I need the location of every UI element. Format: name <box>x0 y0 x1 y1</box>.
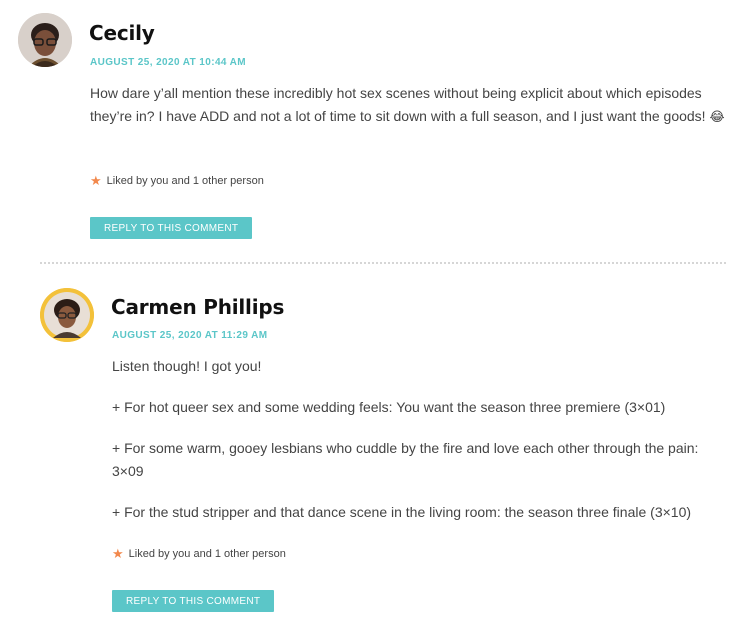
likes-summary[interactable]: ★ Liked by you and 1 other person <box>112 546 286 562</box>
comment-paragraph: + For the stud stripper and that dance s… <box>112 504 692 520</box>
comment-paragraph: + For hot queer sex and some wedding fee… <box>112 399 666 415</box>
comment-body: Listen though! I got you! + For hot quee… <box>112 355 724 524</box>
star-icon: ★ <box>112 546 124 561</box>
comment-paragraph: + For some warm, gooey lesbians who cudd… <box>112 440 699 479</box>
likes-text: Liked by you and 1 other person <box>128 548 286 560</box>
comment-date[interactable]: AUGUST 25, 2020 AT 11:29 AM <box>112 330 267 341</box>
comment-author[interactable]: Carmen Phillips <box>111 295 284 319</box>
comment-carmen-phillips: Carmen Phillips AUGUST 25, 2020 AT 11:29… <box>0 0 744 628</box>
comment-paragraph: Listen though! I got you! <box>112 358 262 374</box>
reply-button[interactable]: REPLY TO THIS COMMENT <box>112 590 275 612</box>
avatar[interactable] <box>40 288 94 342</box>
